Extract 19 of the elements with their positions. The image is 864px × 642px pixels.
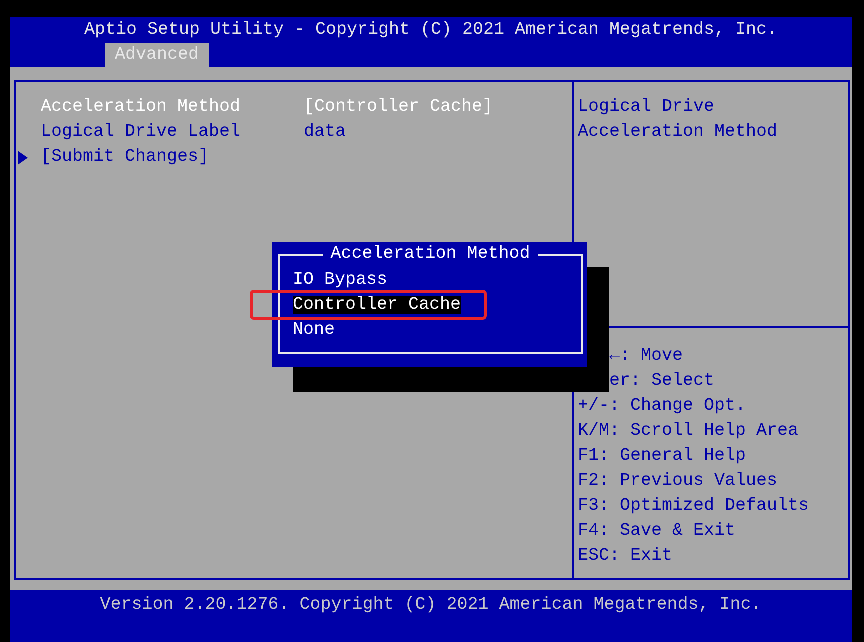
key-hint: F4: Save & Exit [578, 520, 736, 543]
key-hint: er: Select [610, 370, 715, 393]
submenu-item[interactable]: [Submit Changes] [41, 145, 210, 170]
popup-option[interactable]: IO Bypass [293, 270, 388, 288]
setting-value[interactable]: data [304, 120, 346, 145]
window-title: Aptio Setup Utility - Copyright (C) 2021 American Megatrends, Inc. [83, 19, 779, 41]
key-hint: F1: General Help [578, 445, 746, 468]
key-hint: F2: Previous Values [578, 470, 778, 493]
help-text: Logical Drive Acceleration Method [578, 96, 779, 144]
setting-label[interactable]: Logical Drive Label [41, 120, 241, 145]
key-hint: K/M: Scroll Help Area [578, 420, 799, 443]
key-hint: ESC: Exit [578, 545, 673, 568]
triangle-icon [18, 150, 28, 164]
version-text: Version 2.20.1276. Copyright (C) 2021 American Megatrends, Inc. [99, 594, 763, 616]
key-hint: +/-: Change Opt. [578, 395, 746, 418]
key-hint: F3: Optimized Defaults [578, 495, 810, 518]
popup-option[interactable]: None [293, 320, 336, 338]
key-hint: ←: Move [610, 345, 684, 368]
popup-option[interactable]: Controller Cache [293, 296, 462, 314]
